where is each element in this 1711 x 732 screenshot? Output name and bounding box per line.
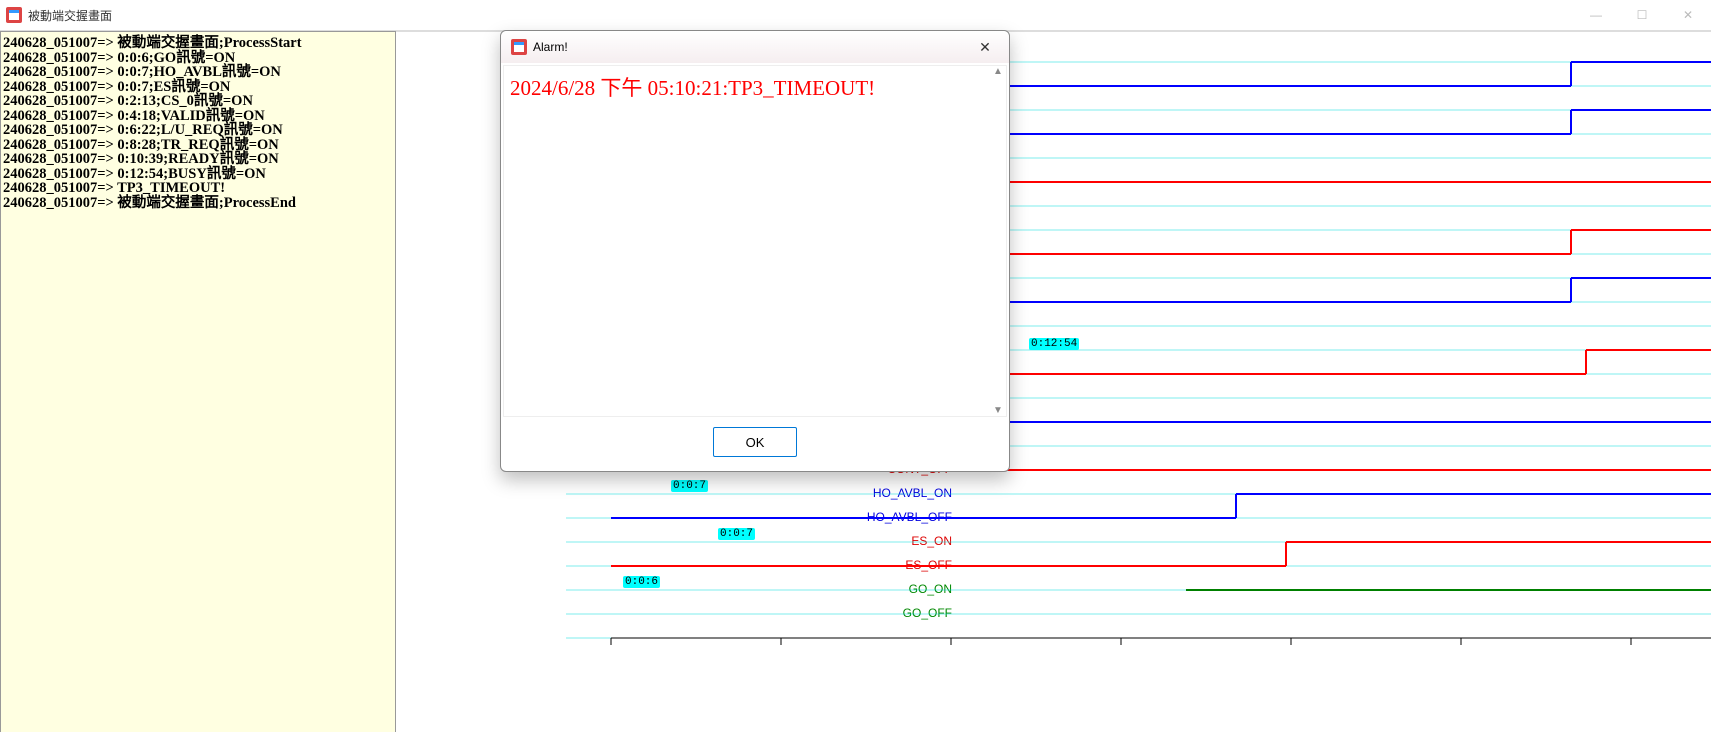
minimize-button[interactable]: —: [1573, 0, 1619, 30]
time-annotation: 0:12:54: [1029, 338, 1079, 350]
log-panel: 240628_051007=> 被動端交握畫面;ProcessStart 240…: [0, 31, 396, 732]
time-annotation: 0:0:7: [671, 480, 708, 492]
alarm-body: 2024/6/28 下午 05:10:21:TP3_TIMEOUT! ▲▼: [503, 65, 1007, 417]
close-button[interactable]: ✕: [1665, 0, 1711, 30]
alarm-message: 2024/6/28 下午 05:10:21:TP3_TIMEOUT!: [504, 66, 1006, 108]
main-title-bar: 被動端交握畫面 — ☐ ✕: [0, 0, 1711, 31]
time-annotation: 0:0:6: [623, 576, 660, 588]
app-icon: [6, 7, 22, 23]
time-annotation: 0:0:7: [718, 528, 755, 540]
alarm-ok-button[interactable]: OK: [713, 427, 797, 457]
alarm-title-bar[interactable]: Alarm! ✕: [501, 31, 1009, 63]
main-window-title: 被動端交握畫面: [28, 7, 1573, 24]
alarm-close-button[interactable]: ✕: [971, 35, 999, 59]
alarm-scrollbar[interactable]: ▲▼: [990, 66, 1006, 416]
maximize-button[interactable]: ☐: [1619, 0, 1665, 30]
alarm-app-icon: [511, 39, 527, 55]
window-controls: — ☐ ✕: [1573, 0, 1711, 30]
alarm-title: Alarm!: [533, 40, 971, 54]
alarm-dialog: Alarm! ✕ 2024/6/28 下午 05:10:21:TP3_TIMEO…: [500, 30, 1010, 472]
